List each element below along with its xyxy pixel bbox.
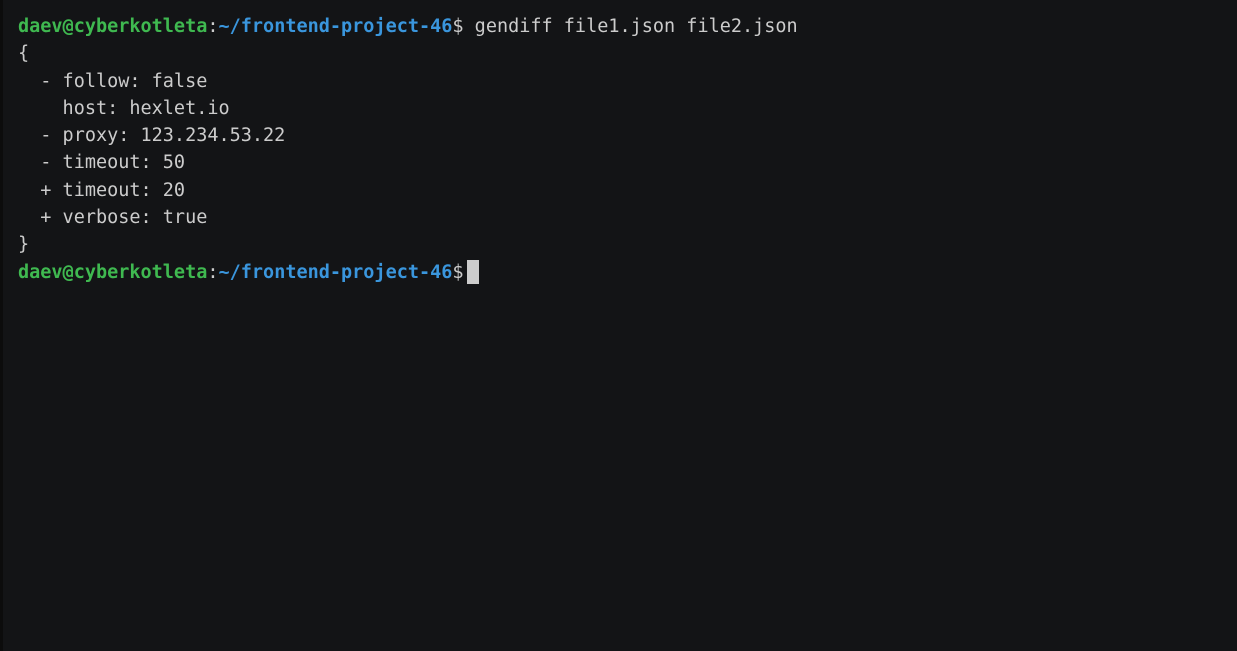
prompt-user-host: daev@cyberkotleta — [18, 261, 208, 283]
command-text: gendiff file1.json file2.json — [463, 16, 798, 37]
output-line: - proxy: 123.234.53.22 — [18, 125, 286, 147]
prompt-separator: : — [207, 261, 219, 283]
terminal-window[interactable]: daev@cyberkotleta:~/frontend-project-46$… — [3, 0, 1237, 651]
input-line[interactable]: daev@cyberkotleta:~/frontend-project-46$ — [18, 259, 1237, 286]
output-line: host: hexlet.io — [18, 97, 230, 119]
prompt-symbol: $ — [452, 16, 464, 37]
output-line: - follow: false — [18, 70, 208, 92]
prompt-user-host: daev@cyberkotleta — [18, 16, 208, 37]
output-line: } — [18, 234, 30, 256]
command-line: daev@cyberkotleta:~/frontend-project-46$… — [18, 13, 1237, 40]
output-line: - timeout: 50 — [18, 152, 186, 174]
prompt-path: ~/frontend-project-46 — [218, 261, 453, 283]
output-line: { — [18, 43, 30, 65]
text-cursor[interactable] — [466, 259, 479, 284]
output-line: + verbose: true — [18, 207, 208, 229]
prompt-symbol: $ — [452, 261, 464, 283]
prompt-separator: : — [207, 16, 219, 37]
prompt-path: ~/frontend-project-46 — [218, 16, 453, 37]
output-line: + timeout: 20 — [18, 179, 186, 201]
